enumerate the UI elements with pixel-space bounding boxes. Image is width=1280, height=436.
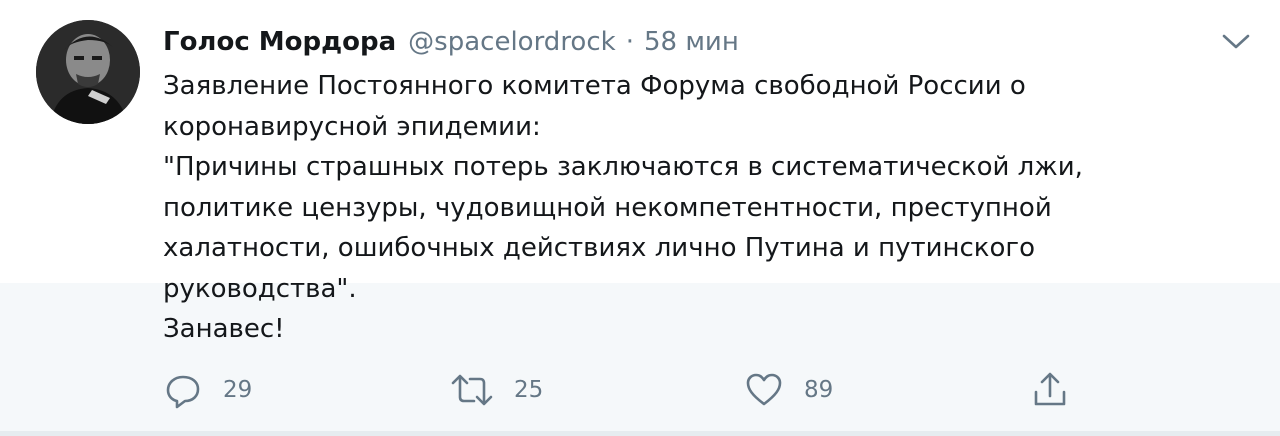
like-count: 89 bbox=[804, 377, 834, 403]
user-avatar-photo bbox=[36, 20, 140, 124]
share-button[interactable] bbox=[1030, 370, 1070, 410]
share-icon bbox=[1034, 372, 1066, 406]
chevron-down-icon bbox=[1222, 34, 1250, 49]
author-display-name[interactable]: Голос Мордора bbox=[163, 27, 396, 57]
tweet: Голос Мордора @spacelordrock · 58 мин За… bbox=[0, 0, 1280, 436]
author-handle[interactable]: @spacelordrock bbox=[408, 27, 616, 57]
tweet-text-line: Занавес! bbox=[163, 314, 285, 344]
retweet-count: 25 bbox=[514, 377, 544, 403]
reply-icon bbox=[166, 375, 200, 409]
tweet-text-line: политике цензуры, чудовищной некомпетент… bbox=[163, 192, 1052, 223]
retweet-icon bbox=[451, 374, 493, 406]
tweet-text-line: халатности, ошибочных действиях лично Пу… bbox=[163, 233, 1035, 263]
retweet-button[interactable]: 25 bbox=[450, 370, 543, 410]
tweet-text-line: руководства". bbox=[163, 273, 357, 304]
reply-button[interactable]: 29 bbox=[163, 370, 252, 410]
tweet-text-line: Заявление Постоянного комитета Форума св… bbox=[163, 71, 1026, 101]
tweet-header: Голос Мордора @spacelordrock · 58 мин bbox=[163, 22, 739, 62]
heart-icon bbox=[746, 373, 782, 406]
tweet-text-line: "Причины страшных потерь заключаются в с… bbox=[163, 152, 1083, 182]
header-separator: · bbox=[625, 27, 634, 57]
like-button[interactable]: 89 bbox=[744, 370, 833, 410]
tweet-text: Заявление Постоянного комитета Форума св… bbox=[163, 66, 1253, 350]
tweet-menu-button[interactable] bbox=[1218, 28, 1254, 56]
tweet-timestamp[interactable]: 58 мин bbox=[644, 27, 739, 57]
tweet-text-line: коронавирусной эпидемии: bbox=[163, 111, 541, 142]
reply-count: 29 bbox=[223, 377, 253, 403]
author-avatar[interactable] bbox=[36, 20, 140, 124]
